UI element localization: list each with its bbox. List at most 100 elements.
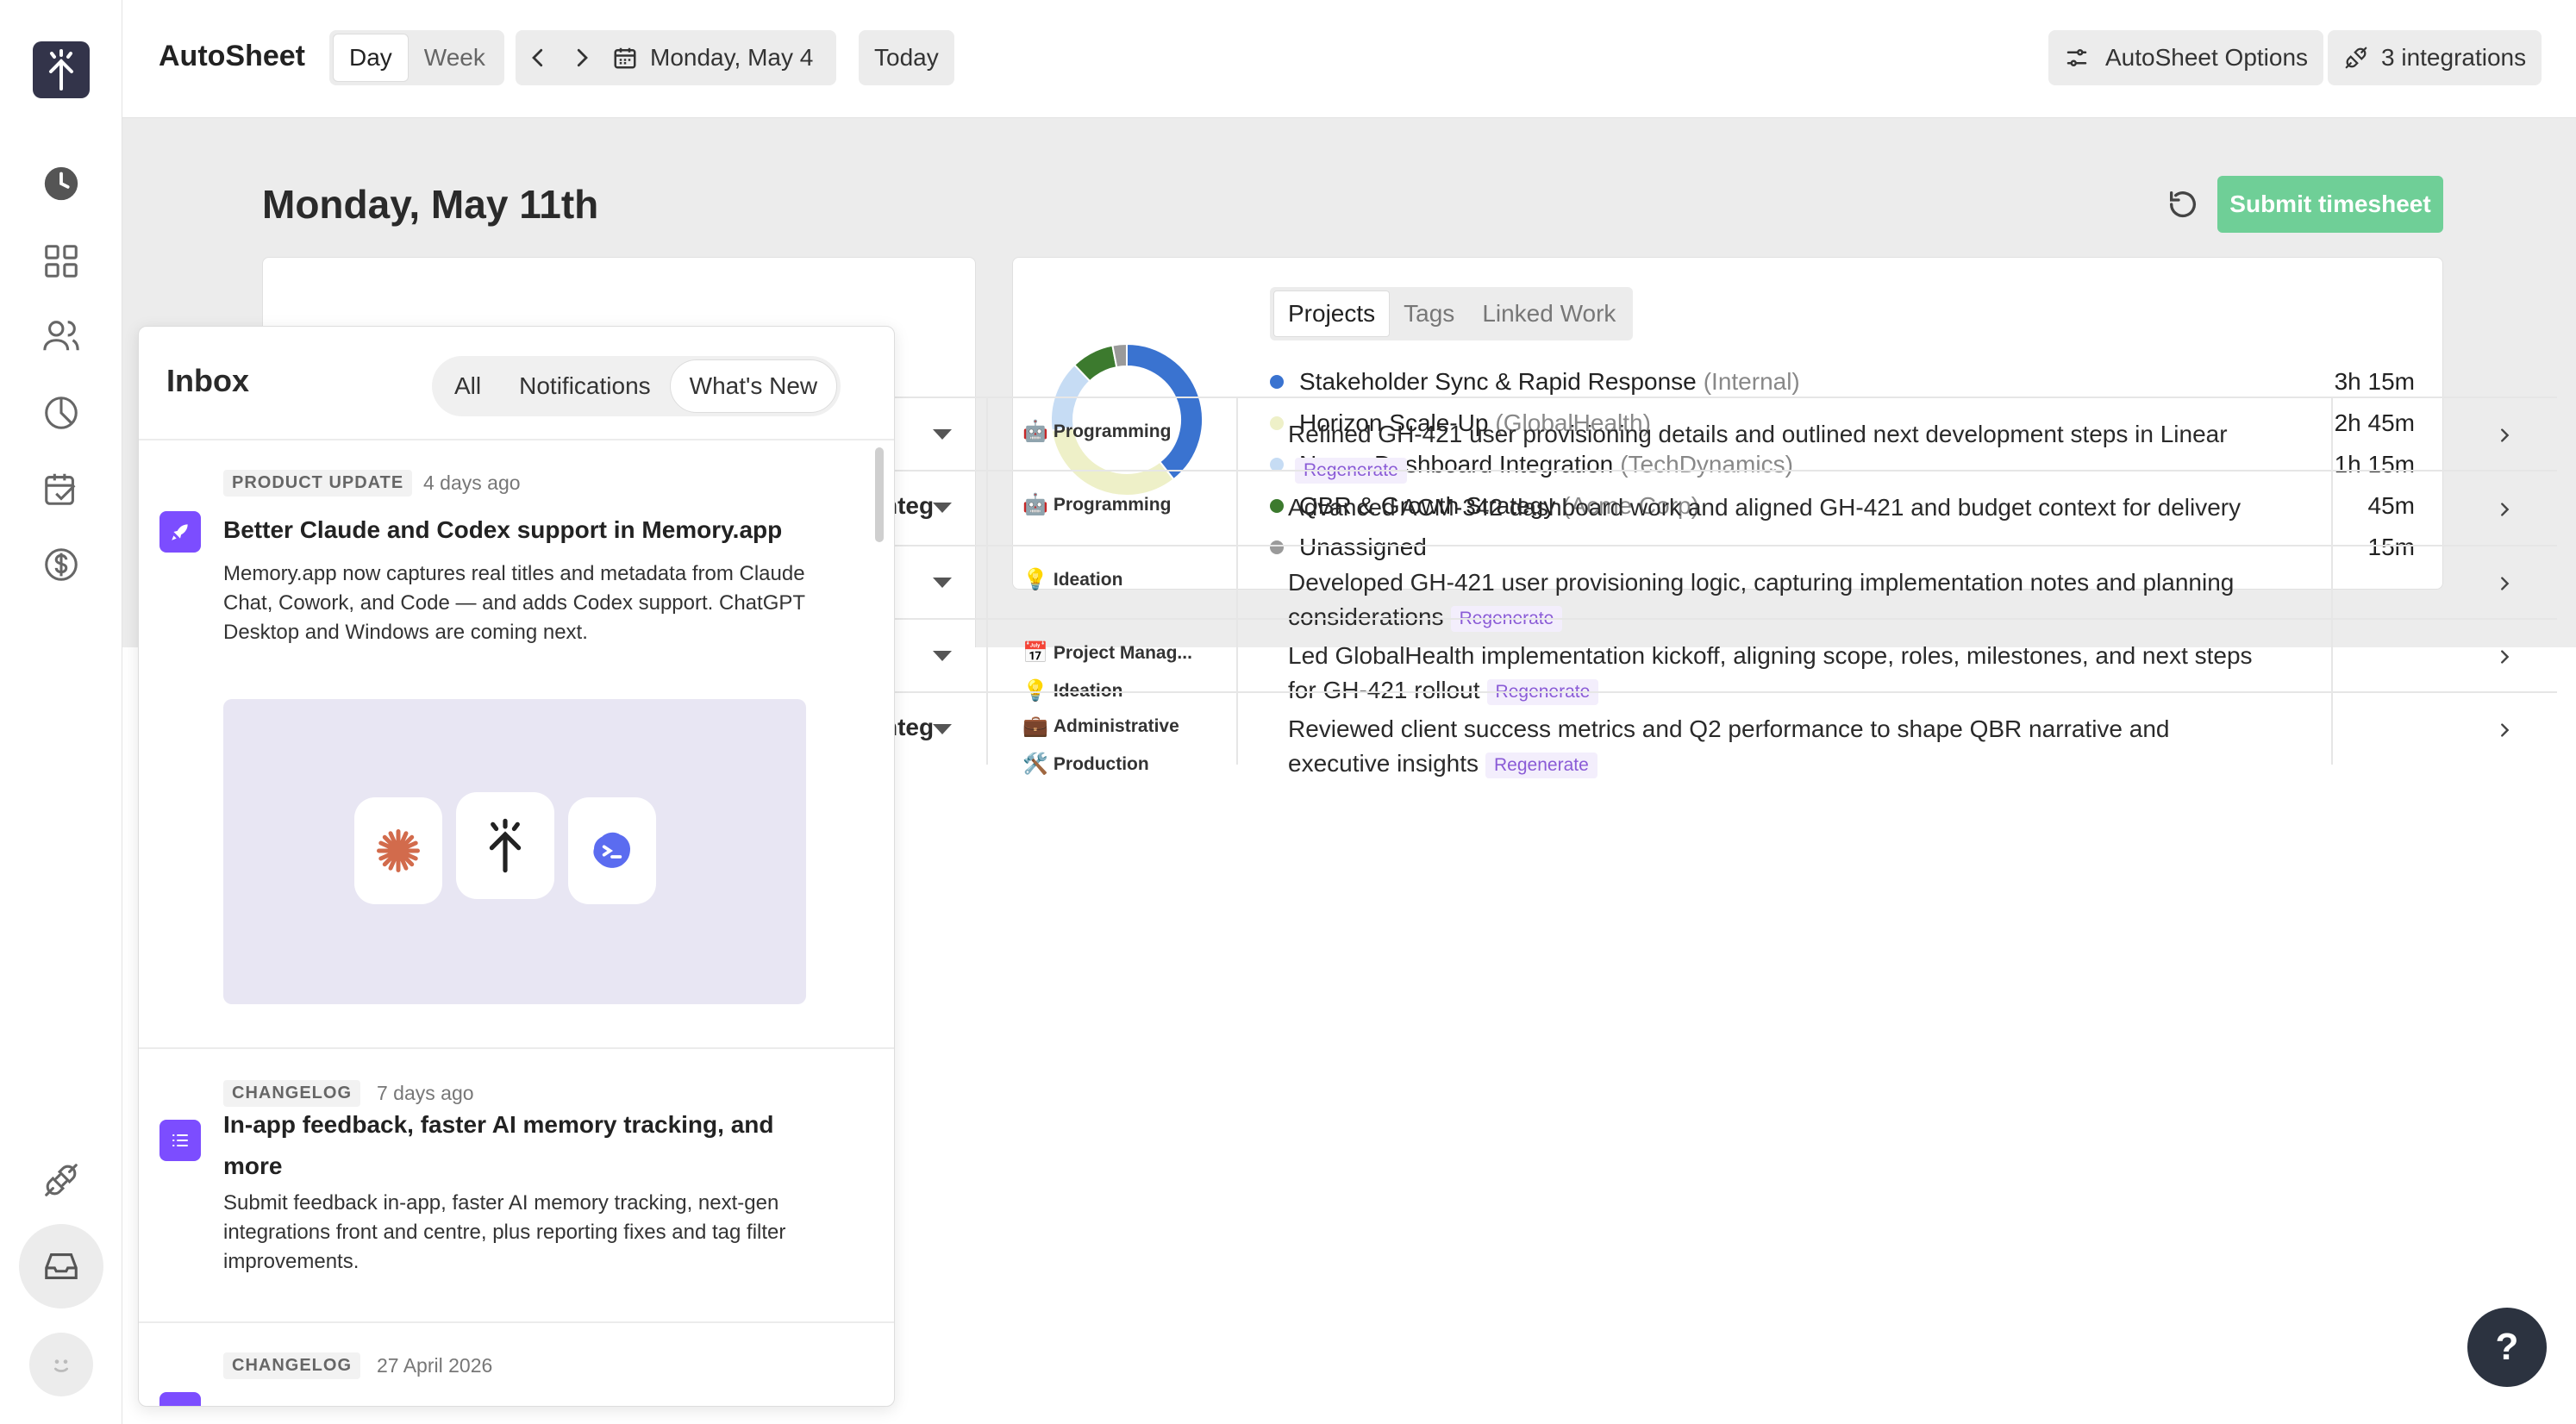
autosheet-app: AutoSheet Day Week Monday, May 4 Today A…: [0, 0, 2576, 1424]
item-title: In-app feedback, faster AI memory tracki…: [223, 1111, 774, 1179]
divider: [139, 439, 894, 440]
chevron-right-icon[interactable]: [2495, 721, 2514, 740]
options-label: AutoSheet Options: [2105, 44, 2309, 71]
project-duration: 3h 15m: [2334, 368, 2415, 395]
project-name: Stakeholder Sync & Rapid Response: [1299, 368, 1697, 395]
tag-chip[interactable]: 🛠️ Production: [1022, 752, 1149, 777]
tag-chip[interactable]: 💼 Administrative: [1022, 714, 1179, 739]
tag-label: Project Manag...: [1053, 642, 1192, 663]
dollar-icon[interactable]: [34, 538, 88, 591]
divider: [986, 472, 988, 545]
divider: [2331, 546, 2333, 618]
tag-emoji: 🤖: [1022, 420, 1048, 443]
view-week-button[interactable]: Week: [409, 34, 501, 82]
divider: [986, 620, 988, 691]
date-navigator: Monday, May 4: [516, 30, 836, 85]
description-text: Advanced ACM-342 dashboard work and alig…: [1288, 494, 2241, 521]
project-dropdown-caret[interactable]: [933, 651, 952, 661]
grid-icon[interactable]: [34, 234, 88, 288]
plug-icon: [2345, 47, 2367, 69]
date-picker-button[interactable]: Monday, May 4: [603, 44, 813, 72]
chevron-right-icon[interactable]: [2495, 574, 2514, 593]
chevron-right-icon[interactable]: [2495, 500, 2514, 519]
view-toggle: Day Week: [329, 30, 504, 85]
divider: [1236, 693, 1238, 765]
tab-projects[interactable]: Projects: [1273, 290, 1391, 337]
inbox-scrollbar[interactable]: [875, 447, 884, 542]
today-button[interactable]: Today: [859, 30, 954, 85]
integrations-button[interactable]: 3 integrations: [2328, 30, 2542, 85]
tag-chip[interactable]: 🤖 Programming: [1022, 492, 1171, 517]
users-icon[interactable]: [34, 309, 88, 362]
inbox-filter-notifications[interactable]: Notifications: [500, 359, 670, 413]
tab-linked-work[interactable]: Linked Work: [1468, 290, 1629, 337]
divider: [1236, 398, 1238, 470]
project-dropdown-caret[interactable]: [933, 503, 952, 513]
pie-chart-icon[interactable]: [34, 386, 88, 440]
app-logo-icon[interactable]: [33, 41, 90, 98]
clock-icon[interactable]: [34, 157, 88, 210]
next-day-button[interactable]: [560, 45, 603, 71]
project-dropdown-caret[interactable]: [933, 578, 952, 588]
entry-row[interactable]: nteg 🤖 Programming Advanced ACM-342 dashboa…: [874, 470, 2557, 545]
tag-emoji: 💡: [1022, 568, 1048, 591]
divider: [1236, 472, 1238, 545]
tag-emoji: 💼: [1022, 715, 1048, 738]
view-day-button[interactable]: Day: [333, 34, 409, 82]
inbox-icon[interactable]: [19, 1224, 103, 1308]
current-date-label: Monday, May 4: [650, 44, 814, 71]
inbox-filter-all[interactable]: All: [435, 359, 500, 413]
divider: [2331, 398, 2333, 470]
integration-illustration: [223, 699, 806, 1004]
entry-row[interactable]: 📅 Project Manag... 💡 Ideation Led GlobalHeal…: [874, 618, 2557, 705]
calendar-check-icon[interactable]: [34, 462, 88, 515]
tag-label: Production: [1053, 753, 1149, 774]
entry-row[interactable]: 💡 Ideation Developed GH-421 user provision…: [874, 545, 2557, 632]
plug-icon[interactable]: [34, 1153, 88, 1207]
legend-swatch: [1270, 375, 1284, 389]
divider: [986, 398, 988, 470]
tag-chip[interactable]: 📅 Project Manag...: [1022, 640, 1192, 665]
sliders-icon: [2066, 49, 2087, 66]
tag-label: Ideation: [1053, 569, 1123, 590]
rocket-icon: [159, 511, 201, 553]
entry-row[interactable]: nteg 💼 Administrative 🛠️ Production Reviewed …: [874, 691, 2557, 778]
page-title: Monday, May 11th: [262, 182, 599, 227]
smiley-icon[interactable]: [29, 1333, 93, 1396]
project-dropdown-caret[interactable]: [933, 724, 952, 734]
refresh-icon[interactable]: [2166, 187, 2200, 222]
tag-emoji: 📅: [1022, 641, 1048, 665]
summary-tabs: Projects Tags Linked Work: [1270, 287, 1634, 340]
regenerate-button[interactable]: Regenerate: [1485, 752, 1597, 778]
submit-timesheet-button[interactable]: Submit timesheet: [2217, 176, 2443, 233]
description-text: Reviewed client success metrics and Q2 p…: [1288, 715, 2170, 777]
list-icon: [159, 1120, 201, 1161]
chevron-right-icon[interactable]: [2495, 647, 2514, 666]
chevron-left-icon: [532, 48, 543, 67]
tab-tags[interactable]: Tags: [1390, 290, 1468, 337]
memory-logo-icon: [456, 792, 554, 899]
divider: [986, 693, 988, 765]
entry-description[interactable]: Reviewed client success metrics and Q2 p…: [1288, 712, 2262, 781]
tag-chip[interactable]: 💡 Ideation: [1022, 567, 1122, 592]
inbox-filter-whats-new[interactable]: What's New: [669, 359, 838, 413]
item-time: 27 April 2026: [377, 1354, 493, 1377]
tag-chip[interactable]: 🤖 Programming: [1022, 419, 1171, 444]
entry-description[interactable]: Advanced ACM-342 dashboard work and alig…: [1288, 490, 2262, 525]
tag-label: Programming: [1053, 494, 1172, 515]
entry-row[interactable]: 🤖 Programming Refined GH-421 user provisio…: [874, 397, 2557, 484]
item-time: 4 days ago: [423, 472, 521, 494]
autosheet-options-button[interactable]: AutoSheet Options: [2048, 30, 2324, 85]
divider: [1236, 620, 1238, 691]
inbox-title: Inbox: [166, 363, 249, 398]
prev-day-button[interactable]: [516, 45, 560, 71]
divider: [2331, 472, 2333, 545]
project-dropdown-caret[interactable]: [933, 429, 952, 440]
calendar-icon: [614, 47, 636, 69]
tag-label: Administrative: [1053, 715, 1179, 736]
inbox-panel: Inbox All Notifications What's New PRODU…: [138, 326, 895, 1407]
claude-logo-icon: [354, 797, 442, 904]
chevron-right-icon[interactable]: [2495, 426, 2514, 445]
help-button[interactable]: ?: [2467, 1308, 2547, 1387]
sidebar: [0, 0, 122, 1424]
